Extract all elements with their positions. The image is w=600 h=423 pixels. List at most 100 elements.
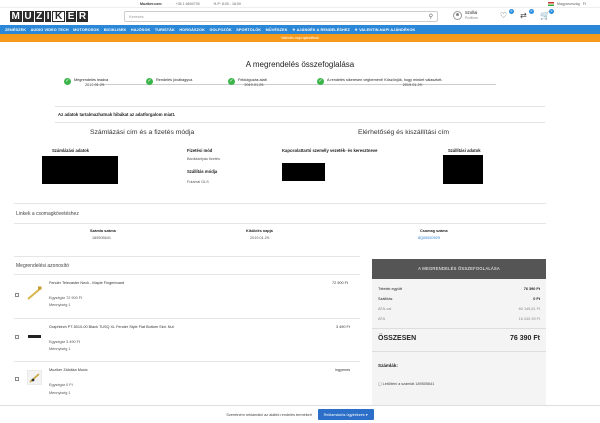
search-placeholder: Keresés	[129, 14, 144, 19]
summary-label: ÁFA-val	[378, 307, 392, 311]
check-icon: ✓	[228, 78, 235, 85]
payment-method-label: Fizetési mód	[187, 148, 213, 153]
billing-data-label: Számlázási adatok	[52, 148, 90, 153]
logo-letter: Z	[34, 11, 45, 22]
summary-value: 60 149,61 Ft	[518, 307, 540, 311]
item-unit-price: Egységár 3 490 Ft	[49, 340, 81, 344]
shipping-method-label: Szállítás módja	[187, 169, 218, 174]
total-row: ÖSSZESEN 76 390 Ft	[378, 335, 540, 342]
promo-text: Valentin-napi ajándékok	[280, 36, 320, 40]
summary-row: ÁFA 16 240,39 Ft	[378, 317, 540, 321]
main-nav: ZENÉSZEK AUDIO VIDEO TECH MOTOROSOK BICI…	[0, 25, 600, 34]
logo-letter: K	[52, 11, 66, 22]
guitar-neck-thumbnail	[27, 286, 42, 300]
favorites-button[interactable]: ♡ 0	[500, 9, 514, 21]
payment-method-value: Bankkártyás fizetés	[187, 157, 220, 161]
summary-label: Szállítás	[378, 297, 393, 301]
logo-letter: R	[77, 11, 89, 22]
step-label: Rendelés jóváhagyva	[156, 78, 193, 82]
redacted-billing	[42, 156, 118, 184]
item-checkbox[interactable]	[15, 335, 19, 339]
step-date: 2019.01.29.	[402, 83, 423, 87]
divider	[372, 328, 546, 329]
progress-step: ✓ A rendelés sikeresen végbement! Köszön…	[317, 78, 527, 88]
step-date: 2019.01.29.	[244, 83, 265, 87]
item-price: 72 900 Ft	[332, 281, 349, 285]
step-label: A rendelés sikeresen végbement! Köszönjü…	[327, 78, 443, 82]
summary-row: Tételek együtt 76 390 Ft	[378, 287, 540, 291]
step-date: 2019.01.29.	[85, 83, 106, 87]
search-icon[interactable]: ⚲	[429, 13, 433, 20]
nav-item[interactable]: GOLFOZÓK	[209, 28, 231, 32]
total-label: ÖSSZESEN	[378, 335, 417, 342]
delivery-section-title: Elérhetőség és kiszállítási cím	[358, 129, 450, 136]
nav-item[interactable]: ZENÉSZEK	[5, 28, 26, 32]
complaint-bar: Szeretném reklamálni az alábbi rendelés …	[0, 405, 600, 423]
tracking-links-title: Linkek a csomagkövetéshez	[16, 211, 79, 217]
logo-letter: U	[22, 11, 34, 22]
divider	[372, 351, 546, 352]
nav-item-gift[interactable]: ❖ AJÁNDÉK A RENDELÉSHEZ	[292, 27, 350, 32]
shipping-data-label: Szállítási adatok	[448, 148, 481, 153]
item-quantity: Mennyiség 1	[49, 303, 71, 307]
progress-step: ✓ Rendelés jóváhagyva	[146, 78, 192, 85]
nav-item[interactable]: SPORTOLÓK	[236, 28, 261, 32]
invoices-label: Számlák:	[378, 363, 398, 368]
nav-item[interactable]: HAJÓSOK	[131, 28, 150, 32]
package-number-link[interactable]: 8Q00520929	[418, 236, 440, 240]
nav-item[interactable]: AUDIO VIDEO TECH	[31, 28, 69, 32]
dispatch-date-label: Kiküldés napja	[246, 229, 273, 233]
data-warning: Az adatok tartalmazhatnak hibákat az ada…	[55, 106, 545, 123]
locale-selector[interactable]: Magyarország Ft	[548, 1, 586, 6]
nav-item[interactable]: BICIKLISEK	[104, 28, 127, 32]
shipping-method-value: Futárral GLS	[187, 180, 209, 184]
nav-item[interactable]: HORGÁSZOK	[179, 28, 205, 32]
complaint-text: Szeretném reklamálni az alábbi rendelés …	[226, 412, 312, 417]
nav-item[interactable]: MŰVÉSZEK	[266, 28, 288, 32]
nav-item[interactable]: MOTOROSOK	[73, 28, 99, 32]
check-icon: ✓	[64, 78, 71, 85]
complaint-button[interactable]: Reklamációs ügyintézés ▾	[317, 409, 374, 420]
dispatch-date-value: 2019.01.29.	[250, 236, 271, 240]
summary-label: ÁFA	[378, 317, 386, 321]
package-number-label: Csomag száma	[420, 229, 448, 233]
order-summary-panel: Tételek együtt 76 390 Ft Szállítás 0 Ft …	[372, 279, 546, 405]
item-checkbox[interactable]	[15, 293, 19, 297]
item-name[interactable]: Graphtech PT-5010-00 Black TUSQ XL Fende…	[49, 325, 174, 329]
order-id-title: Megrendelési azonosító	[16, 263, 70, 269]
divider	[14, 256, 360, 257]
promo-banner[interactable]: Valentin-napi ajándékok	[0, 34, 600, 42]
item-checkbox[interactable]	[15, 377, 19, 381]
progress-step: ✓ Feldolgozás alatt 2019.01.29.	[228, 78, 267, 88]
invoice-download-link[interactable]: ▢ Letölténi a számlát 189505641	[378, 381, 434, 386]
shop-name: Muziker.com	[140, 1, 162, 6]
item-name[interactable]: Fender Telecaster Neck - Maple Fingerboa…	[49, 281, 124, 285]
cart-button[interactable]: 🛒 0	[540, 9, 554, 21]
search-input[interactable]: Keresés ⚲	[124, 11, 438, 22]
compare-button[interactable]: ⇄ 0	[520, 9, 534, 21]
phone-number[interactable]: +36 1 6694739	[176, 2, 200, 6]
account-menu[interactable]: ☻ Szollai Profilom	[453, 10, 478, 21]
item-price: ingyenes	[335, 368, 351, 372]
summary-row: ÁFA-val 60 149,61 Ft	[378, 307, 540, 311]
billing-section-title: Számlázási cím és a fizetés módja	[90, 129, 195, 136]
flag-icon	[548, 1, 555, 6]
logo-letter: I	[45, 11, 52, 22]
redacted-shipping	[443, 155, 483, 184]
invoice-number-label: Számla száma	[90, 229, 116, 233]
caret-down-icon: ▾	[365, 413, 368, 417]
logo-letter: E	[66, 11, 77, 22]
order-progress: ✓ Megrendelés leadva 2019.01.29. ✓ Rendel…	[64, 78, 536, 106]
nav-item-valentine[interactable]: ❖ VALENTIN-NAPI AJÁNDÉKOK	[354, 27, 415, 32]
order-summary-header: A MEGRENDELÉS ÖSSZEFOGLALÁSA	[372, 259, 546, 279]
nav-item[interactable]: TURISTÁK	[155, 28, 175, 32]
nut-thumbnail	[28, 335, 41, 338]
top-info-bar: Muziker.com +36 1 6694739 H-P: 8:00 - 16…	[0, 0, 600, 8]
item-price: 3 490 Ft	[336, 325, 350, 329]
muziker-logo[interactable]: M U Z I K E R	[10, 11, 89, 23]
user-icon: ☻	[453, 11, 462, 21]
total-value: 76 390 Ft	[510, 335, 540, 342]
item-name[interactable]: Muziker Záloška Music	[49, 368, 88, 372]
invoice-number-value: 189505641	[92, 236, 112, 240]
opening-hours: H-P: 8:00 - 16:00	[213, 1, 242, 6]
